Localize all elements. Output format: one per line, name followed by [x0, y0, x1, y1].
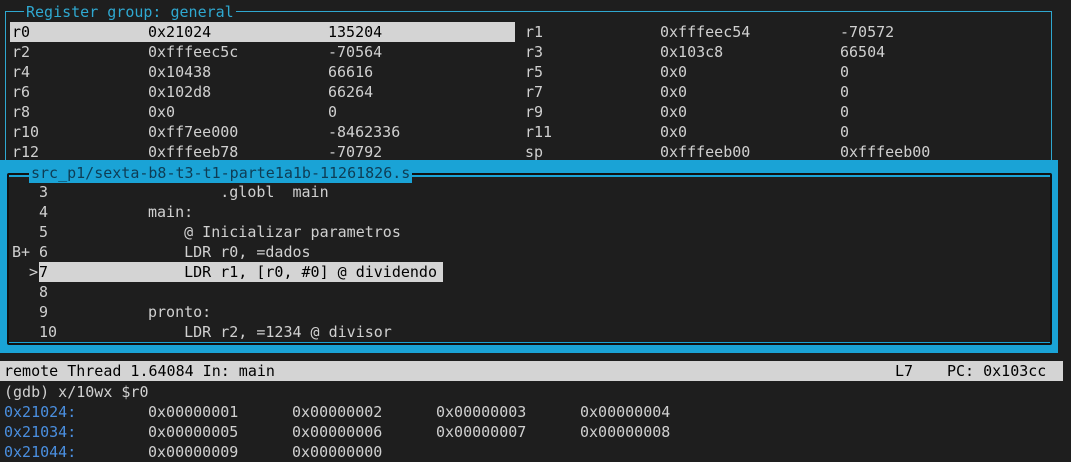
register-dec: 66264 [328, 83, 374, 101]
source-line-code[interactable]: LDR r2, =1234 @ divisor [148, 322, 392, 342]
register-name: r2 [12, 43, 31, 61]
register-dec: -8462336 [328, 123, 401, 141]
memory-word: 0x00000004 [580, 403, 671, 421]
register-dec: 0xfffeeb00 [840, 143, 931, 161]
memory-word: 0x00000006 [292, 423, 383, 441]
register-name: r12 [12, 143, 40, 161]
register-name: r1 [525, 23, 544, 41]
register-name: r4 [12, 63, 31, 81]
source-window-title: src_p1/sexta-b8-t3-t1-parte1a1b-11261826… [29, 163, 413, 183]
register-hex: 0xfffeeb78 [148, 143, 239, 161]
register-dec: -70572 [840, 23, 895, 41]
register-hex: 0x102d8 [148, 83, 212, 101]
register-name: sp [525, 143, 544, 161]
memory-word: 0x00000007 [436, 423, 527, 441]
register-hex: 0x10438 [148, 63, 212, 81]
register-name: r10 [12, 123, 40, 141]
register-dec: -70792 [328, 143, 383, 161]
status-thread: remote Thread 1.64084 In: main [4, 362, 275, 380]
register-hex: 0x103c8 [660, 43, 724, 61]
register-hex: 0xfffeec54 [660, 23, 751, 41]
register-name: r9 [525, 103, 544, 121]
register-hex: 0xff7ee000 [148, 123, 239, 141]
register-hex: 0x0 [660, 123, 688, 141]
memory-word: 0x00000001 [148, 403, 239, 421]
memory-word: 0x00000008 [580, 423, 671, 441]
memory-address: 0x21034: [4, 423, 77, 441]
register-dec: 66616 [328, 63, 374, 81]
register-name: r0 [12, 22, 31, 42]
source-line-number: 4 [39, 203, 49, 221]
register-hex: 0x0 [660, 63, 688, 81]
source-line-code[interactable]: LDR r0, =dados [148, 242, 310, 262]
register-dec: 0 [840, 83, 850, 101]
source-line-number: 8 [39, 283, 49, 301]
source-line-code[interactable]: LDR r1, [r0, #0] @ dividendo [148, 262, 437, 282]
register-name: r6 [12, 83, 31, 101]
register-highlight [10, 22, 515, 42]
source-line-code[interactable]: .globl main [148, 182, 328, 202]
register-hex: 0xfffeeb00 [660, 143, 751, 161]
line-marker: > [29, 263, 39, 281]
source-line-number: 6 [39, 243, 49, 261]
register-name: r3 [525, 43, 544, 61]
console-command[interactable]: (gdb) x/10wx $r0 [4, 382, 149, 402]
register-dec: 66504 [840, 43, 886, 61]
source-line-number: 5 [39, 223, 49, 241]
register-dec: 0 [840, 63, 850, 81]
source-line-code[interactable]: @ Inicializar parametros [148, 222, 401, 242]
register-name: r8 [12, 103, 31, 121]
register-name: r11 [525, 123, 553, 141]
source-line-code[interactable]: main: [148, 202, 193, 222]
source-line-number: 10 [39, 323, 58, 341]
breakpoint-marker: B+ [12, 243, 31, 261]
status-line: L7 [895, 362, 914, 380]
status-bar: remote Thread 1.64084 In: main L7 PC: 0x… [0, 361, 1063, 381]
register-name: r5 [525, 63, 544, 81]
register-dec: 135204 [328, 22, 383, 42]
memory-word: 0x00000009 [148, 443, 239, 461]
register-hex: 0xfffeec5c [148, 43, 239, 61]
memory-word: 0x00000005 [148, 423, 239, 441]
source-line-number: 9 [39, 303, 49, 321]
source-line-number: 7 [39, 262, 49, 282]
register-dec: 0 [840, 103, 850, 121]
register-hex: 0x21024 [148, 22, 212, 42]
source-line-code[interactable]: pronto: [148, 302, 211, 322]
register-hex: 0x0 [660, 83, 688, 101]
memory-word: 0x00000000 [292, 443, 383, 461]
register-hex: 0x0 [660, 103, 688, 121]
memory-address: 0x21024: [4, 403, 77, 421]
register-name: r7 [525, 83, 544, 101]
status-pc: PC: 0x103cc [947, 362, 1047, 380]
register-dec: 0 [328, 103, 338, 121]
register-hex: 0x0 [148, 103, 176, 121]
register-dec: -70564 [328, 43, 383, 61]
memory-word: 0x00000003 [436, 403, 527, 421]
memory-word: 0x00000002 [292, 403, 383, 421]
register-dec: 0 [840, 123, 850, 141]
memory-address: 0x21044: [4, 443, 77, 461]
register-window-title: Register group: general [24, 2, 236, 22]
source-line-number: 3 [39, 183, 49, 201]
